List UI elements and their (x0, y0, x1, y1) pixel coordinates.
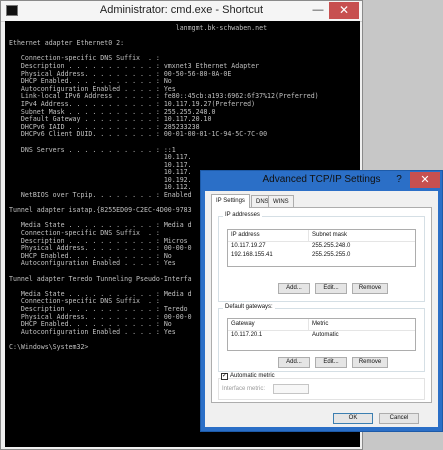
console-line: lanmgmt.bk-schwaben.net (9, 24, 268, 32)
gateway-list[interactable]: Gateway Metric 10.117.20.1 Automatic (227, 318, 416, 351)
column-metric[interactable]: Metric (312, 319, 328, 330)
column-ip-address[interactable]: IP address (231, 230, 260, 241)
table-row[interactable]: 10.117.19.27 255.255.248.0 (228, 242, 415, 251)
subnet-mask-cell: 255.255.255.0 (312, 252, 351, 258)
console-line: Ethernet adapter Ethernet0 2: (9, 39, 125, 48)
column-gateway[interactable]: Gateway (231, 319, 255, 330)
dialog-body: IP Settings DNS WINS IP addresses IP add… (205, 191, 438, 427)
metric-group: ✓ Automatic metric Interface metric: (218, 373, 425, 400)
gateway-edit-button[interactable]: Edit... (315, 357, 347, 368)
gateway-cell: 10.117.20.1 (231, 332, 263, 338)
ip-address-cell: 10.117.19.27 (231, 243, 266, 249)
gateway-remove-button[interactable]: Remove (352, 357, 388, 368)
tab-ip-settings[interactable]: IP Settings (211, 194, 250, 208)
tab-wins[interactable]: WINS (268, 195, 294, 207)
ip-addresses-label: IP addresses (223, 212, 262, 218)
gateway-list-header: Gateway Metric (228, 319, 415, 331)
ip-settings-panel: IP addresses IP address Subnet mask 10.1… (211, 207, 432, 403)
table-row[interactable]: 192.168.155.41 255.255.255.0 (228, 251, 415, 260)
minimize-button[interactable]: — (312, 5, 324, 17)
metric-cell: Automatic (312, 332, 339, 338)
automatic-metric-checkbox[interactable]: ✓ (221, 373, 228, 380)
automatic-metric-label[interactable]: Automatic metric (230, 373, 275, 379)
subnet-mask-cell: 255.255.248.0 (312, 243, 351, 249)
cmd-titlebar[interactable]: Administrator: cmd.exe - Shortcut — ✕ (1, 1, 362, 22)
console-line: DHCPv6 Client DUID. . . . . . . . : 00-0… (9, 130, 268, 139)
ip-add-button[interactable]: Add... (278, 283, 310, 294)
interface-metric-label: Interface metric: (222, 386, 266, 392)
gateways-label: Default gateways: (223, 304, 275, 310)
column-separator (308, 319, 309, 330)
ip-address-list[interactable]: IP address Subnet mask 10.117.19.27 255.… (227, 229, 416, 267)
table-row[interactable]: 10.117.20.1 Automatic (228, 331, 415, 340)
ok-button[interactable]: OK (333, 413, 373, 424)
column-subnet-mask[interactable]: Subnet mask (312, 230, 347, 241)
ip-edit-button[interactable]: Edit... (315, 283, 347, 294)
advanced-tcpip-dialog: Advanced TCP/IP Settings ? ✕ IP Settings… (200, 170, 443, 432)
close-button[interactable]: ✕ (329, 2, 359, 19)
ip-list-header: IP address Subnet mask (228, 230, 415, 242)
ip-remove-button[interactable]: Remove (352, 283, 388, 294)
ip-address-cell: 192.168.155.41 (231, 252, 273, 258)
gateways-group: Default gateways: Gateway Metric 10.117.… (218, 304, 425, 372)
dialog-close-button[interactable]: ✕ (410, 172, 440, 188)
cancel-button[interactable]: Cancel (379, 413, 419, 424)
gateway-add-button[interactable]: Add... (278, 357, 310, 368)
column-separator (308, 230, 309, 241)
ip-addresses-group: IP addresses IP address Subnet mask 10.1… (218, 212, 425, 302)
help-button[interactable]: ? (392, 174, 406, 186)
interface-metric-field[interactable] (273, 384, 309, 394)
cmd-window-title: Administrator: cmd.exe - Shortcut (99, 4, 264, 16)
